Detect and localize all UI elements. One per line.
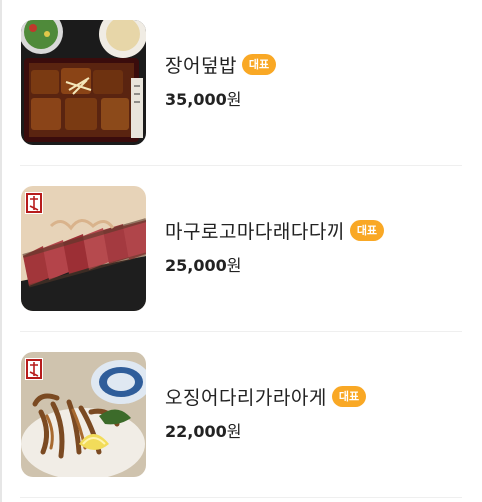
- price-unit: 원: [226, 256, 242, 275]
- menu-item-name: 장어덮밥: [165, 54, 237, 77]
- price-unit: 원: [226, 90, 242, 109]
- name-row: 장어덮밥 대표: [165, 50, 277, 78]
- menu-item[interactable]: 오징어다리가라아게 대표 22,000원: [20, 332, 462, 498]
- left-border: [0, 0, 2, 502]
- squid-karaage-photo[interactable]: [21, 352, 146, 477]
- signature-badge: 대표: [241, 53, 277, 75]
- tuna-tataki-photo[interactable]: [21, 186, 146, 311]
- price-unit: 원: [226, 422, 242, 441]
- menu-item-name: 마구로고마다래다다끼: [165, 220, 345, 243]
- unagi-don-photo[interactable]: [21, 20, 146, 145]
- menu-item[interactable]: 마구로고마다래다다끼 대표 25,000원: [20, 166, 462, 332]
- menu-item-price: 25,000원: [165, 252, 384, 276]
- menu-item-price: 35,000원: [165, 86, 276, 110]
- menu-item-name: 오징어다리가라아게: [165, 386, 327, 409]
- price-number: 35,000: [165, 90, 227, 109]
- menu-item[interactable]: 장어덮밥 대표 35,000원: [20, 0, 462, 166]
- signature-badge: 대표: [331, 385, 367, 407]
- menu-item-info: 장어덮밥 대표 35,000원: [165, 50, 277, 110]
- menu-item-price: 22,000원: [165, 418, 366, 442]
- menu-list: 장어덮밥 대표 35,000원 마구로고마다래다다끼 대표 25,000원 오징…: [20, 0, 462, 498]
- price-number: 22,000: [165, 422, 227, 441]
- menu-item-info: 오징어다리가라아게 대표 22,000원: [165, 382, 367, 442]
- menu-item-info: 마구로고마다래다다끼 대표 25,000원: [165, 216, 385, 276]
- name-row: 오징어다리가라아게 대표: [165, 382, 367, 410]
- signature-badge: 대표: [349, 219, 385, 241]
- name-row: 마구로고마다래다다끼 대표: [165, 216, 385, 244]
- price-number: 25,000: [165, 256, 227, 275]
- menu-page: 장어덮밥 대표 35,000원 마구로고마다래다다끼 대표 25,000원 오징…: [0, 0, 482, 502]
